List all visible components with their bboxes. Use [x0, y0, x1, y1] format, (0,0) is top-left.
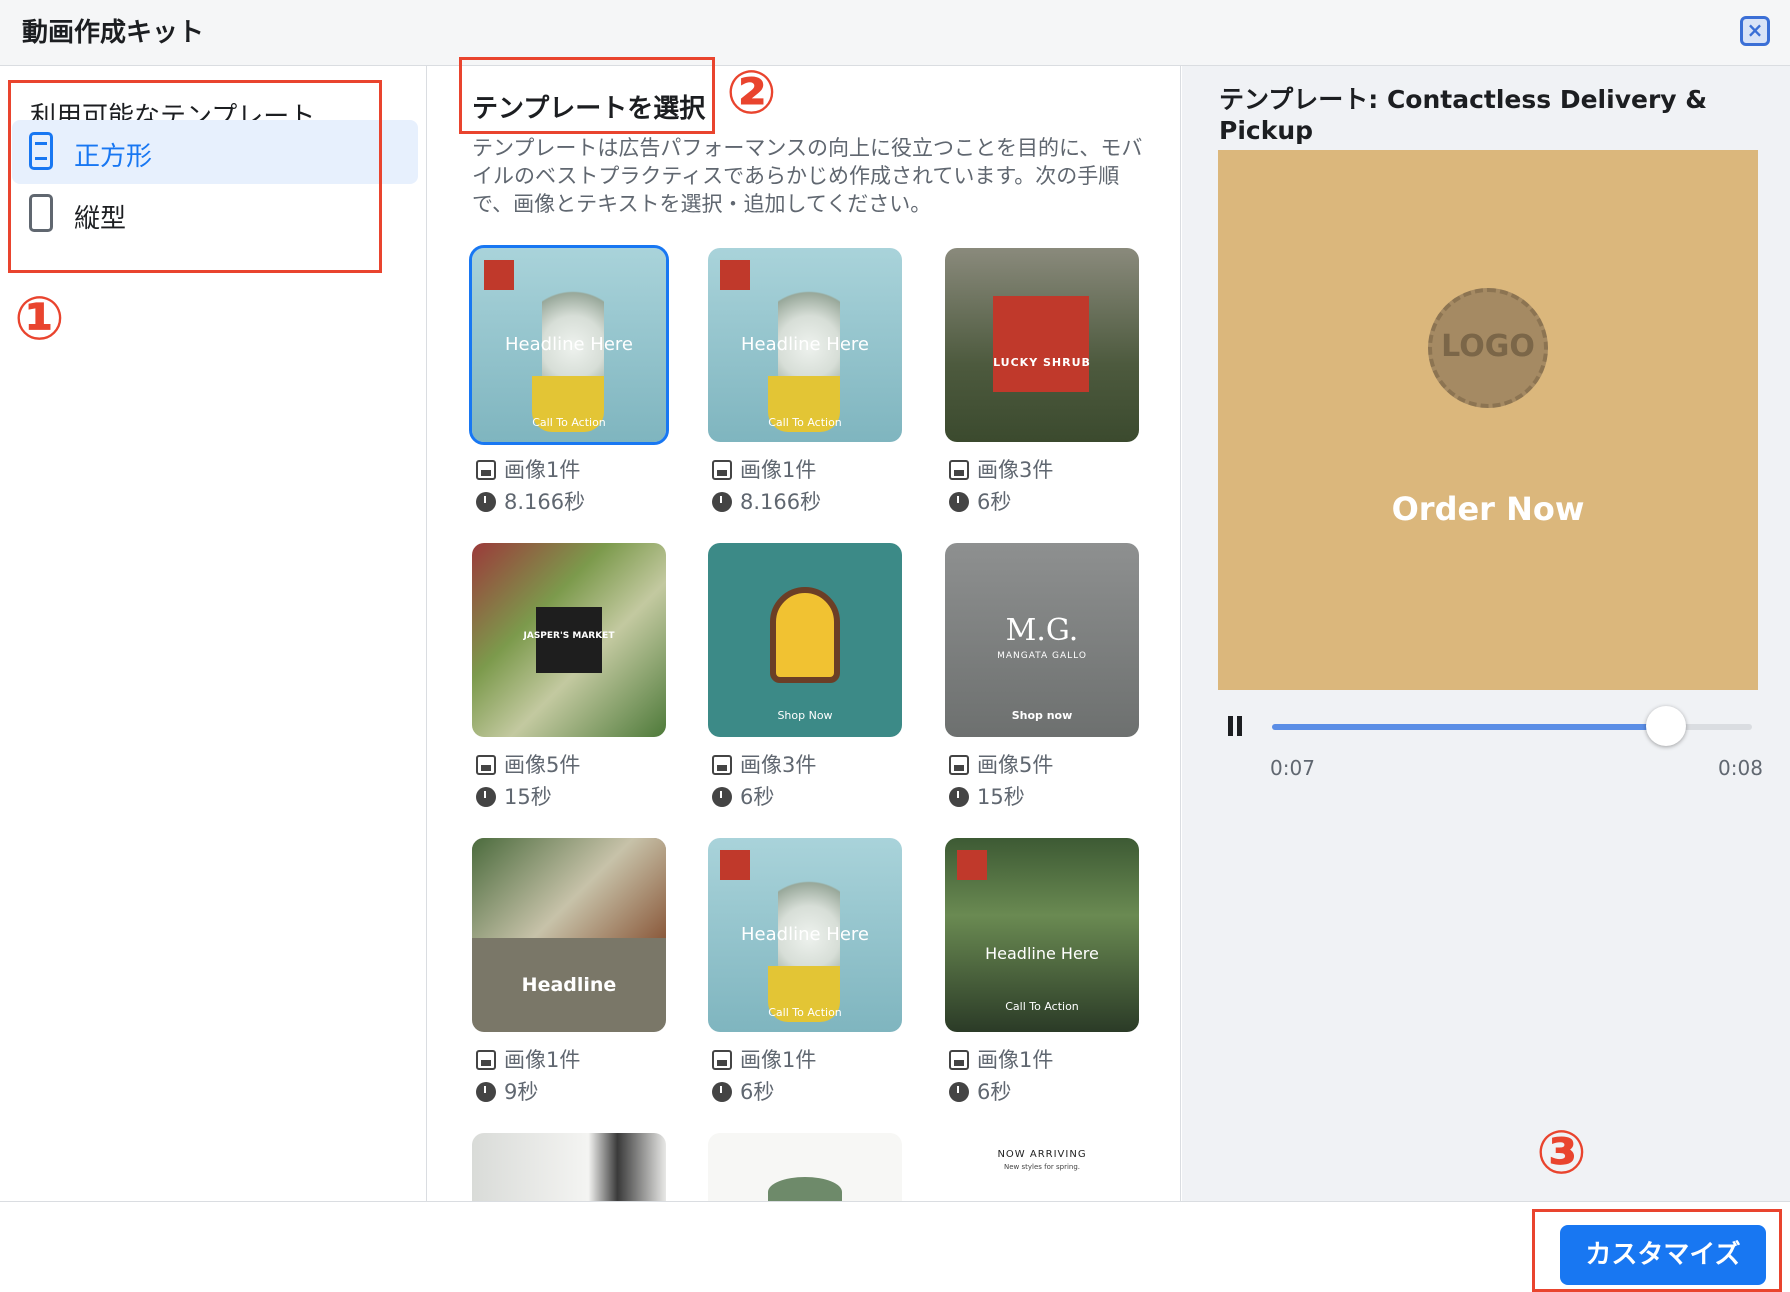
template-image-count: 画像3件	[712, 749, 816, 779]
preview-panel: テンプレート: Contactless Delivery & Pickup LO…	[1182, 66, 1790, 1201]
dialog-footer: カスタマイズ	[0, 1201, 1790, 1292]
template-thumbnail[interactable]: Headline Here Call To Action	[708, 838, 902, 1032]
image-icon	[712, 460, 732, 480]
template-duration: 15秒	[949, 781, 1025, 811]
image-icon	[476, 1050, 496, 1070]
preview-cta-text: Order Now	[1391, 490, 1585, 528]
thumb-tagline: MANGATA GALLO	[997, 651, 1087, 661]
thumb-cta: Shop Now	[777, 709, 833, 722]
template-thumbnail[interactable]: Headline Here Call To Action	[469, 245, 669, 445]
thumb-headline: Headline Here	[741, 924, 869, 945]
thumb-headline: NOW ARRIVING	[997, 1149, 1087, 1160]
image-icon	[949, 460, 969, 480]
template-gallery: テンプレートを選択 テンプレートは広告パフォーマンスの向上に役立つことを目的に、…	[428, 66, 1181, 1201]
annotation-box-1	[8, 80, 382, 273]
dialog-header: 動画作成キット ×	[0, 0, 1790, 66]
timer-icon	[712, 492, 732, 512]
brand-badge-icon	[484, 260, 514, 290]
preview-title: テンプレート: Contactless Delivery & Pickup	[1219, 85, 1708, 145]
template-thumbnail[interactable]: Headline Here Call To Action	[708, 248, 902, 442]
playback-slider[interactable]	[1272, 706, 1752, 746]
template-thumbnail[interactable]: M.G. MANGATA GALLO Shop now	[945, 543, 1139, 737]
template-duration: 8.166秒	[712, 486, 821, 516]
thumb-cta: Call To Action	[768, 1006, 842, 1019]
timer-icon	[949, 787, 969, 807]
timer-icon	[712, 787, 732, 807]
template-image-count: 画像3件	[949, 454, 1053, 484]
thumb-cta: Call To Action	[1005, 1000, 1079, 1013]
current-time: 0:07	[1270, 756, 1315, 780]
close-icon[interactable]: ×	[1740, 16, 1770, 46]
timer-icon	[949, 492, 969, 512]
image-icon	[712, 755, 732, 775]
template-duration: 6秒	[712, 781, 774, 811]
template-duration: 15秒	[476, 781, 552, 811]
timer-icon	[476, 787, 496, 807]
thumb-brand: JASPER'S MARKET	[523, 631, 615, 641]
thumb-cta: Call To Action	[532, 416, 606, 429]
thumb-brand: LUCKY SHRUB	[993, 356, 1091, 369]
playback-progress	[1272, 724, 1666, 730]
thumb-headline: Headline	[521, 974, 617, 996]
timer-icon	[476, 492, 496, 512]
pause-icon[interactable]	[1226, 716, 1246, 738]
annotation-number-2: ②	[726, 58, 777, 128]
timer-icon	[476, 1082, 496, 1102]
dialog-title: 動画作成キット	[22, 18, 205, 48]
template-image-count: 画像5件	[949, 749, 1053, 779]
thumb-headline: Headline Here	[985, 944, 1099, 963]
template-thumbnail[interactable]: Shop Now	[708, 543, 902, 737]
thumb-headline: Headline Here	[505, 334, 633, 355]
template-thumbnail[interactable]: JASPER'S MARKET	[472, 543, 666, 737]
template-image-count: 画像5件	[476, 749, 580, 779]
total-time: 0:08	[1718, 756, 1763, 780]
image-icon	[476, 755, 496, 775]
thumb-brand: M.G.	[1005, 613, 1079, 648]
template-duration: 6秒	[949, 1076, 1011, 1106]
template-image-count: 画像1件	[476, 1044, 580, 1074]
template-description: テンプレートは広告パフォーマンスの向上に役立つことを目的に、モバイルのベストプラ…	[472, 136, 1143, 216]
annotation-box-2	[459, 57, 715, 134]
template-thumbnail[interactable]: NOW ARRIVING New styles for spring.	[945, 1133, 1139, 1201]
template-duration: 6秒	[712, 1076, 774, 1106]
template-image-count: 画像1件	[712, 454, 816, 484]
brand-badge-icon	[720, 260, 750, 290]
template-thumbnail[interactable]: Headline Here Call To Action	[945, 838, 1139, 1032]
template-image-count: 画像1件	[949, 1044, 1053, 1074]
annotation-number-3: ③	[1536, 1118, 1587, 1188]
image-icon	[949, 755, 969, 775]
timer-icon	[949, 1082, 969, 1102]
template-thumbnail[interactable]: LUCKY SHRUB	[945, 248, 1139, 442]
template-thumbnail[interactable]: Headline	[472, 838, 666, 1032]
thumb-subtext: New styles for spring.	[1003, 1163, 1081, 1171]
image-icon	[712, 1050, 732, 1070]
timer-icon	[712, 1082, 732, 1102]
thumb-headline: Headline Here	[741, 334, 869, 355]
brand-badge-icon	[957, 850, 987, 880]
template-duration: 6秒	[949, 486, 1011, 516]
brand-badge-icon	[720, 850, 750, 880]
thumb-cta: Shop now	[1011, 709, 1073, 722]
template-duration: 9秒	[476, 1076, 538, 1106]
template-image-count: 画像1件	[476, 454, 580, 484]
template-thumbnail[interactable]	[472, 1133, 666, 1201]
image-icon	[476, 460, 496, 480]
template-duration: 8.166秒	[476, 486, 585, 516]
thumb-cta: Call To Action	[768, 416, 842, 429]
annotation-number-1: ①	[14, 284, 65, 354]
image-icon	[949, 1050, 969, 1070]
video-preview: LOGO Order Now	[1218, 150, 1758, 690]
template-image-count: 画像1件	[712, 1044, 816, 1074]
template-thumbnail[interactable]	[708, 1133, 902, 1201]
logo-placeholder: LOGO	[1428, 288, 1548, 408]
annotation-box-3	[1532, 1209, 1782, 1292]
slider-handle[interactable]	[1645, 706, 1686, 746]
